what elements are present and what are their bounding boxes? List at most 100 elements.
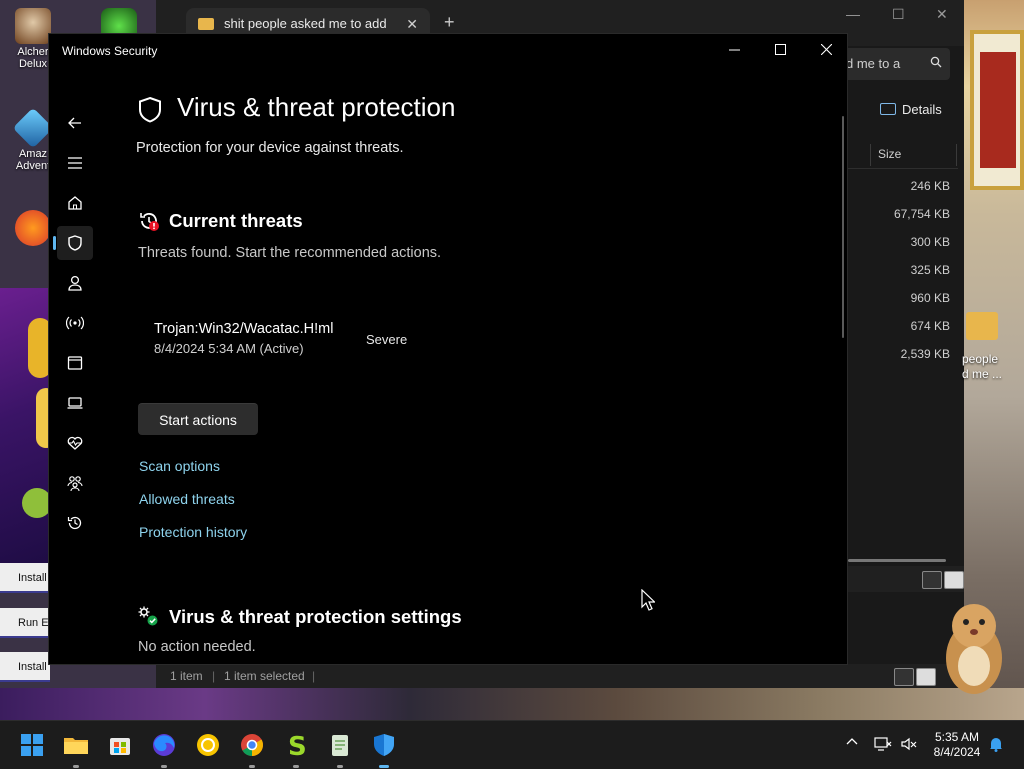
app-s-taskbar-button[interactable]: S xyxy=(280,729,312,768)
history-icon xyxy=(67,516,82,530)
start-icon xyxy=(21,734,43,756)
notepad-icon xyxy=(332,735,348,756)
details-view-icon[interactable] xyxy=(894,668,914,686)
threat-name: Trojan:Win32/Wacatac.H!ml xyxy=(154,321,334,337)
file-size: 325 KB xyxy=(910,263,950,277)
file-size: 67,754 KB xyxy=(893,207,950,221)
main-content: Virus & threat protection Protection for… xyxy=(136,34,827,664)
details-button[interactable]: Details xyxy=(880,102,942,117)
family-icon xyxy=(67,476,83,492)
search-text: d me to a xyxy=(846,56,901,71)
explorer-tab-title: shit people asked me to add xyxy=(224,16,387,31)
taskbar: S 5:35 AM 8/4/2024 xyxy=(0,720,1024,769)
norton-icon xyxy=(197,734,219,756)
chrome-taskbar-button[interactable] xyxy=(236,729,268,768)
status-selected: 1 item selected xyxy=(224,669,305,683)
clock-time: 5:35 AM xyxy=(934,730,980,744)
file-explorer-icon xyxy=(64,738,88,754)
start-actions-button[interactable]: Start actions xyxy=(138,403,258,435)
menu-button[interactable] xyxy=(57,146,93,180)
explorer-search-input[interactable]: d me to a xyxy=(842,48,950,80)
back-button[interactable] xyxy=(57,106,93,140)
mouse-cursor-icon xyxy=(641,589,655,611)
vertical-scrollbar[interactable] xyxy=(842,116,844,338)
allowed-threats-link[interactable]: Allowed threats xyxy=(139,491,235,507)
hamster-sticker xyxy=(946,604,1002,694)
explorer-statusbar: 1 item | 1 item selected | xyxy=(156,664,964,688)
svg-text:S: S xyxy=(288,732,307,761)
firewall-icon xyxy=(66,316,84,330)
tiles-view-icon[interactable] xyxy=(916,668,936,686)
nav-app-browser-control[interactable] xyxy=(57,346,93,380)
close-icon[interactable]: ✕ xyxy=(936,6,948,23)
norton-taskbar-button[interactable] xyxy=(192,729,224,761)
windows-security-window[interactable]: Windows Security Virus & threat protecti… xyxy=(48,33,848,665)
nav-firewall[interactable] xyxy=(57,306,93,340)
start-button[interactable] xyxy=(16,729,48,761)
firefox-icon xyxy=(153,734,175,756)
store-taskbar-button[interactable] xyxy=(104,729,136,761)
current-threats-description: Threats found. Start the recommended act… xyxy=(138,245,442,261)
maximize-icon[interactable]: ☐ xyxy=(892,6,905,23)
tiles-view-icon[interactable] xyxy=(944,571,964,589)
file-size: 674 KB xyxy=(910,319,950,333)
show-hidden-icons-chevron-icon[interactable] xyxy=(846,736,858,751)
page-title-text: Virus & threat protection xyxy=(177,92,456,122)
page-subtitle: Protection for your device against threa… xyxy=(136,140,404,156)
clock[interactable]: 5:35 AM 8/4/2024 xyxy=(922,730,992,760)
file-size: 2,539 KB xyxy=(900,347,950,361)
status-item-count: 1 item xyxy=(170,669,203,683)
desktop-item-install[interactable]: Install xyxy=(0,563,50,593)
firefox-taskbar-button[interactable] xyxy=(148,729,180,768)
details-label: Details xyxy=(902,102,942,117)
desktop-item-install-game[interactable]: Install Game Collection xyxy=(0,652,50,682)
notepad-taskbar-button[interactable] xyxy=(324,729,356,768)
protection-settings-icon xyxy=(138,606,158,626)
menu-icon xyxy=(68,157,82,169)
minimize-icon[interactable]: — xyxy=(846,6,860,22)
network-icon[interactable] xyxy=(874,736,892,755)
nav-family-options[interactable] xyxy=(57,466,93,500)
explorer-view-bar xyxy=(848,566,964,592)
device-health-icon xyxy=(67,436,83,450)
wallpaper-strip xyxy=(0,688,1024,720)
details-pane-icon xyxy=(880,103,896,115)
app-s-icon: S xyxy=(288,732,307,762)
app-browser-icon xyxy=(67,356,83,370)
nav-device-security[interactable] xyxy=(57,386,93,420)
notification-bell-icon[interactable] xyxy=(988,736,1004,755)
horizontal-scrollbar[interactable] xyxy=(848,559,946,562)
volume-muted-icon[interactable] xyxy=(900,736,918,755)
clock-date: 8/4/2024 xyxy=(933,745,981,759)
column-header-label: Size xyxy=(878,147,902,161)
file-size: 960 KB xyxy=(910,291,950,305)
chrome-icon xyxy=(241,734,263,756)
column-header-size[interactable]: Size xyxy=(848,140,958,169)
nav-virus-threat-protection[interactable] xyxy=(53,226,93,260)
desktop-item-run[interactable]: Run E xyxy=(0,608,50,638)
nav-account-protection[interactable] xyxy=(57,266,93,300)
protection-history-link[interactable]: Protection history xyxy=(139,524,247,540)
nav-home[interactable] xyxy=(57,186,93,220)
back-icon xyxy=(68,117,81,129)
current-threats-title: Current threats xyxy=(169,210,303,231)
nav-device-performance-health[interactable] xyxy=(57,426,93,460)
home-icon xyxy=(68,196,82,210)
shield-icon xyxy=(139,96,161,123)
store-icon xyxy=(110,738,130,755)
windows-security-taskbar-button[interactable] xyxy=(368,729,400,768)
settings-description: No action needed. xyxy=(138,639,256,655)
windows-security-icon xyxy=(374,734,394,756)
details-view-icon[interactable] xyxy=(922,571,942,589)
scan-options-link[interactable]: Scan options xyxy=(139,458,220,474)
new-tab-icon[interactable]: + xyxy=(444,12,455,33)
folder-icon[interactable] xyxy=(966,312,998,340)
current-threats-icon xyxy=(140,213,159,231)
account-icon xyxy=(68,275,82,291)
nav-settings[interactable] xyxy=(57,658,93,664)
file-explorer-taskbar-button[interactable] xyxy=(60,729,92,768)
nav-protection-history[interactable] xyxy=(57,506,93,540)
file-size: 246 KB xyxy=(910,179,950,193)
threat-severity: Severe xyxy=(366,332,408,347)
desktop-folder-label[interactable]: people d me ... xyxy=(962,352,1022,382)
